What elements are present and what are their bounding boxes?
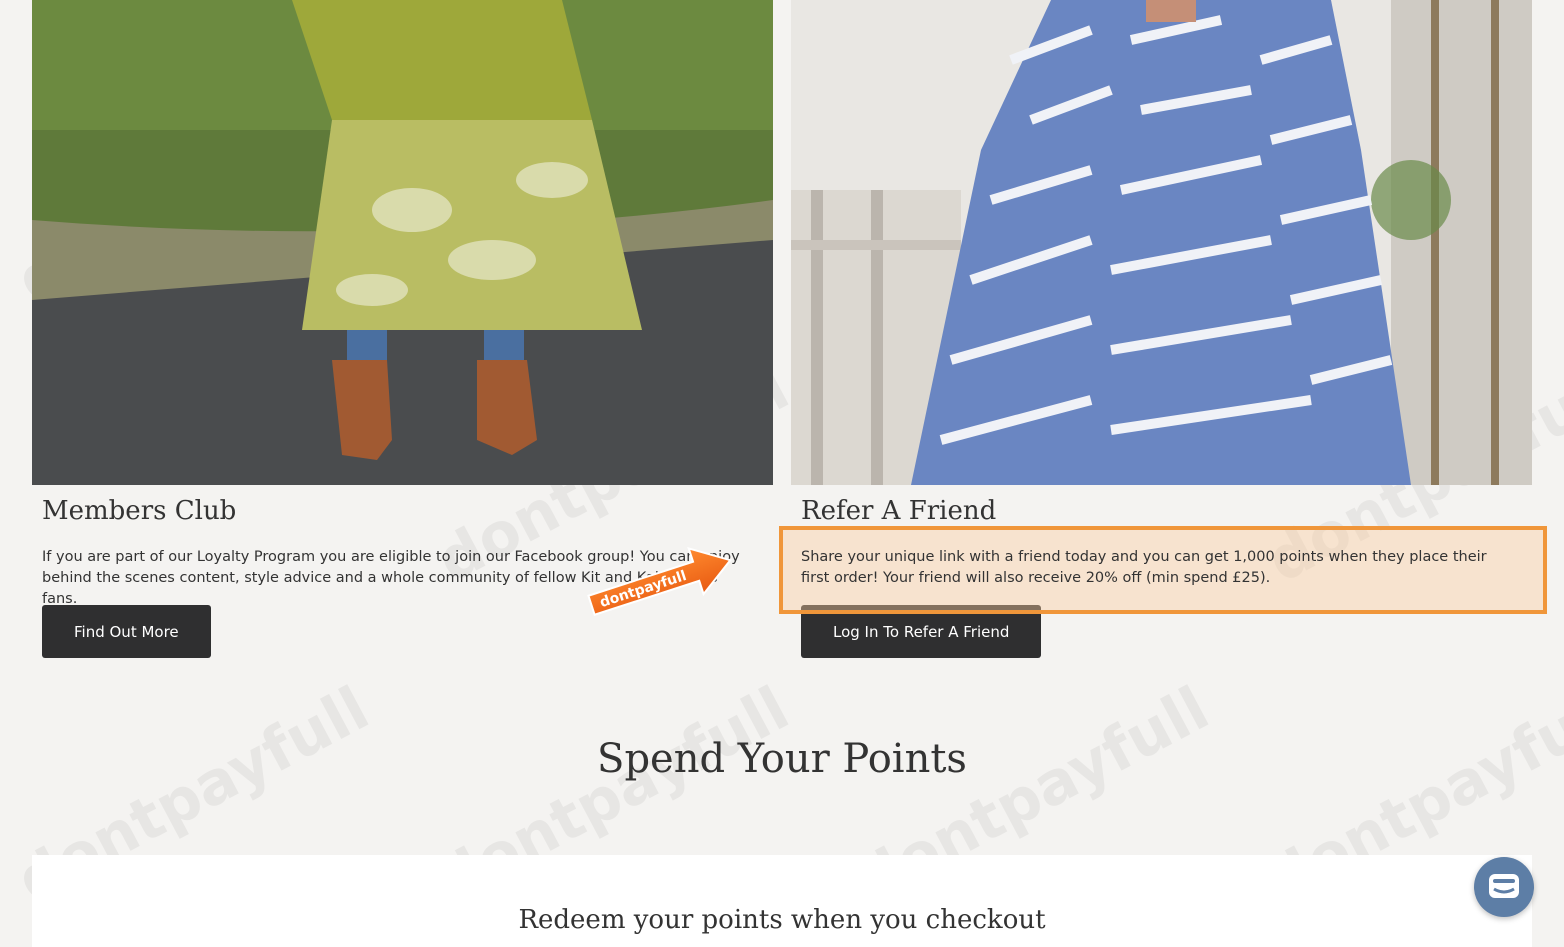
chat-launcher-button[interactable] (1474, 857, 1534, 917)
redeem-panel: Redeem your points when you checkout (32, 855, 1532, 947)
refer-friend-text: Share your unique link with a friend tod… (801, 549, 1487, 586)
members-club-card: Members Club If you are part of our Loya… (32, 0, 773, 658)
chat-bubble-icon (1489, 874, 1519, 898)
refer-friend-photo (791, 0, 1532, 485)
find-out-more-button[interactable]: Find Out More (42, 605, 211, 658)
refer-friend-card: Refer A Friend Share your unique link wi… (791, 0, 1532, 658)
redeem-subtitle: Redeem your points when you checkout (518, 905, 1046, 935)
members-club-photo (32, 0, 773, 485)
spend-points-title: Spend Your Points (597, 736, 967, 782)
log-in-to-refer-button[interactable]: Log In To Refer A Friend (801, 605, 1042, 658)
refer-friend-title: Refer A Friend (801, 496, 997, 526)
dontpayfull-arrow-badge: dontpayfull (587, 546, 733, 617)
members-club-title: Members Club (42, 496, 237, 526)
